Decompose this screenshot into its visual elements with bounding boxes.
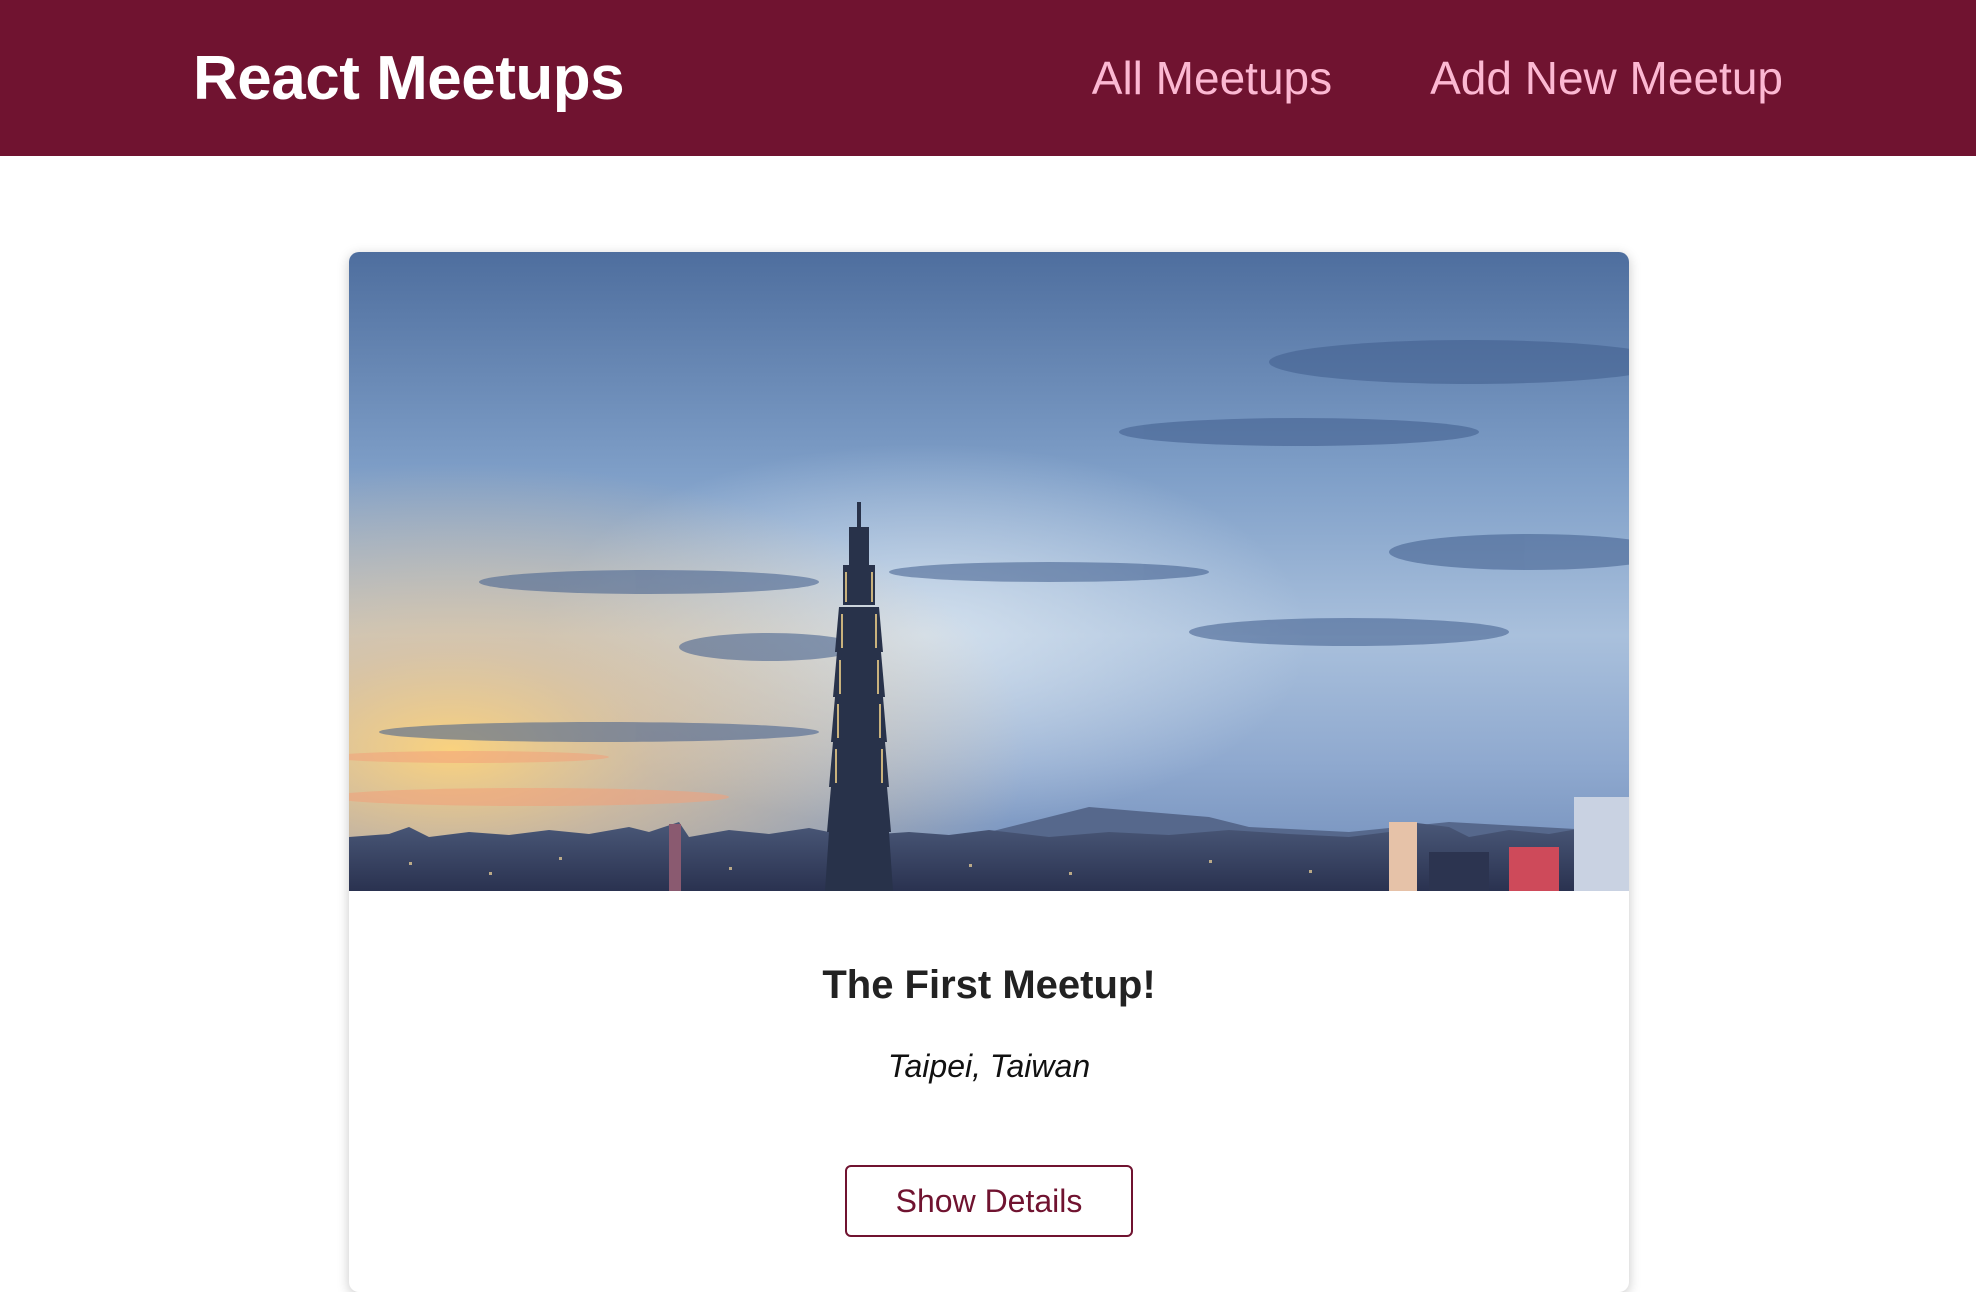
nav-item-all-meetups: All Meetups: [1092, 51, 1332, 105]
meetup-address: Taipei, Taiwan: [887, 1048, 1091, 1084]
add-new-meetup-link[interactable]: Add New Meetup: [1430, 52, 1783, 104]
meetup-content: The First Meetup! Taipei, Taiwan: [349, 891, 1629, 1085]
skyline-photo: [349, 252, 1629, 891]
show-details-button[interactable]: Show Details: [845, 1165, 1133, 1237]
meetup-image: [349, 252, 1629, 891]
all-meetups-link[interactable]: All Meetups: [1092, 52, 1332, 104]
meetup-card: The First Meetup! Taipei, Taiwan Show De…: [349, 252, 1629, 1292]
meetup-title: The First Meetup!: [822, 963, 1156, 1007]
nav-list: All Meetups Add New Meetup: [1092, 51, 1783, 105]
main-navigation: React Meetups All Meetups Add New Meetup: [0, 0, 1976, 156]
nav-item-add-meetup: Add New Meetup: [1430, 51, 1783, 105]
site-logo: React Meetups: [193, 43, 625, 113]
meetup-actions: Show Details: [349, 1165, 1629, 1237]
